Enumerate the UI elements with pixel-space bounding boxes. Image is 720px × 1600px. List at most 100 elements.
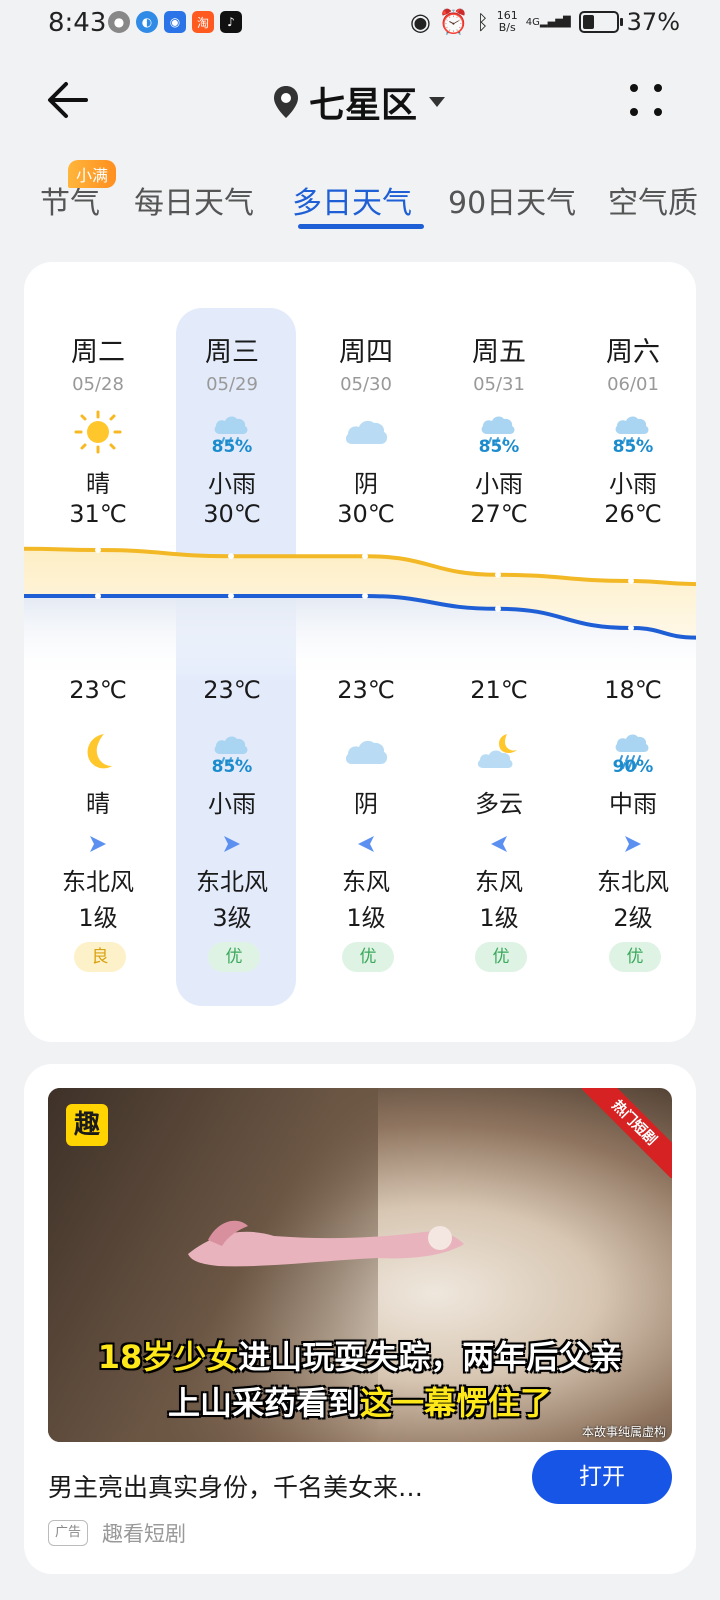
wind-direction-icon bbox=[489, 834, 509, 854]
wind-level: 1级 bbox=[346, 904, 386, 932]
more-options-button[interactable] bbox=[622, 78, 670, 122]
wind-level: 2级 bbox=[613, 904, 653, 932]
net-speed: 161 B/s bbox=[496, 9, 518, 34]
solar-term-badge: 小满 bbox=[68, 160, 117, 188]
day-condition: 晴 bbox=[86, 470, 110, 498]
ad-image-caption: 18岁少女进山玩耍失踪，两年后父亲 上山采药看到这一幕愣住了 bbox=[97, 1338, 623, 1422]
eye-icon: ◉ bbox=[409, 8, 431, 36]
four-dots-icon bbox=[630, 84, 662, 116]
wind-direction-icon bbox=[356, 834, 376, 854]
tab-90-day-weather[interactable]: 90日天气 bbox=[448, 178, 576, 222]
tab-daily-weather[interactable]: 每日天气 bbox=[134, 178, 254, 222]
day-condition: 小雨 bbox=[475, 470, 523, 498]
night-condition: 多云 bbox=[475, 790, 523, 818]
status-time: 8:43 bbox=[48, 8, 107, 38]
wind-level: 3级 bbox=[212, 904, 252, 932]
day-precip-chance: 85% bbox=[211, 437, 253, 457]
wind-direction: 东北风 bbox=[62, 868, 134, 896]
night-precip-chance: 90% bbox=[612, 757, 654, 777]
ad-label-tag: 广告 bbox=[48, 1520, 88, 1546]
wechat-icon: ● bbox=[108, 11, 130, 33]
day-date: 05/31 bbox=[473, 374, 525, 395]
wind-direction: 东风 bbox=[342, 868, 390, 896]
day-condition: 小雨 bbox=[208, 470, 256, 498]
night-condition: 中雨 bbox=[609, 790, 657, 818]
wind-level: 1级 bbox=[479, 904, 519, 932]
day-date: 05/30 bbox=[340, 374, 392, 395]
signal-icon: 4G▂▄▆█ bbox=[525, 16, 571, 28]
low-temp: 23℃ bbox=[337, 676, 395, 704]
forecast-card: 周二 05/28 晴 31℃ 23℃ 晴东北风 1级良周三 05/29 85% 小雨 30℃ 23℃ 8… bbox=[24, 262, 696, 1042]
forecast-day-column[interactable]: 周五 05/31 85% 小雨 27℃ 21℃ 多云 东风 1级优 bbox=[431, 262, 567, 1042]
low-temp: 18℃ bbox=[604, 676, 662, 704]
battery-percent: 37% bbox=[626, 8, 680, 36]
ad-disclaimer: 本故事纯属虚构 bbox=[581, 1425, 666, 1439]
night-condition: 阴 bbox=[354, 790, 378, 818]
low-temp: 23℃ bbox=[203, 676, 261, 704]
day-precip-chance: 85% bbox=[612, 437, 654, 457]
wind-direction-icon bbox=[222, 834, 242, 854]
aqi-badge: 良 bbox=[74, 942, 126, 972]
forecast-day-column[interactable]: 周四 05/30 阴 30℃ 23℃ 阴东风 1级优 bbox=[298, 262, 434, 1042]
ad-image-figure bbox=[188, 1220, 464, 1267]
tab-air-quality[interactable]: 空气质 bbox=[608, 178, 698, 222]
night-condition: 晴 bbox=[86, 790, 110, 818]
location-selector[interactable]: 七星区 bbox=[0, 76, 720, 128]
day-precip-chance: 85% bbox=[478, 437, 520, 457]
ad-card[interactable]: 趣 热门短剧 18岁少女进山玩耍失踪，两年后父亲 上山采药看到这一幕愣住了 本故… bbox=[24, 1064, 696, 1574]
ad-source: 趣看短剧 bbox=[102, 1522, 186, 1546]
taobao-icon: 淘 bbox=[192, 11, 214, 33]
wind-direction-icon bbox=[88, 834, 108, 854]
night-condition: 小雨 bbox=[208, 790, 256, 818]
day-name: 周六 bbox=[606, 337, 660, 368]
sun-icon bbox=[74, 410, 122, 454]
ad-image[interactable]: 趣 热门短剧 18岁少女进山玩耍失踪，两年后父亲 上山采药看到这一幕愣住了 本故… bbox=[48, 1088, 672, 1442]
location-pin-icon bbox=[273, 86, 298, 118]
tab-multi-day-weather[interactable]: 多日天气 bbox=[292, 178, 412, 222]
tiktok-icon: ♪ bbox=[220, 11, 242, 33]
aqi-badge: 优 bbox=[342, 942, 394, 972]
ad-title[interactable]: 男主亮出真实身份，千名美女来… bbox=[48, 1468, 423, 1504]
day-date: 06/01 bbox=[607, 374, 659, 395]
wind-direction-icon bbox=[623, 834, 643, 854]
browser-icon: ◐ bbox=[136, 11, 158, 33]
chevron-down-icon bbox=[429, 97, 445, 107]
day-date: 05/29 bbox=[206, 374, 258, 395]
overcast-icon bbox=[342, 410, 390, 454]
tab-bar: 节气 小满 每日天气 多日天气 90日天气 空气质 bbox=[0, 160, 720, 240]
alarm-icon: ⏰ bbox=[438, 8, 469, 36]
day-date: 05/28 bbox=[72, 374, 124, 395]
high-temp: 27℃ bbox=[470, 500, 528, 528]
status-app-icons: ● ◐ ◉ 淘 ♪ bbox=[108, 11, 242, 33]
battery-icon bbox=[578, 11, 623, 33]
status-bar: 8:43 ● ◐ ◉ 淘 ♪ ◉ ⏰ ᛒ 161 B/s 4G▂▄▆█ 37% bbox=[0, 0, 720, 48]
ad-brand-badge: 趣 bbox=[66, 1104, 108, 1146]
high-temp: 30℃ bbox=[337, 500, 395, 528]
partly-cloudy-night-icon bbox=[475, 730, 523, 774]
assistant-icon: ◉ bbox=[164, 11, 186, 33]
day-name: 周五 bbox=[472, 337, 526, 368]
high-temp: 31℃ bbox=[69, 500, 127, 528]
forecast-day-column[interactable]: 周三 05/29 85% 小雨 30℃ 23℃ 85% 小雨 东北风 3级优 bbox=[164, 262, 300, 1042]
hot-drama-ribbon: 热门短剧 bbox=[582, 1088, 672, 1178]
night-precip-chance: 85% bbox=[211, 757, 253, 777]
wind-level: 1级 bbox=[78, 904, 118, 932]
moon-icon bbox=[74, 730, 122, 774]
wind-direction: 东北风 bbox=[597, 868, 669, 896]
day-name: 周三 bbox=[205, 337, 259, 368]
status-right: ◉ ⏰ ᛒ 161 B/s 4G▂▄▆█ 37% bbox=[410, 8, 680, 36]
open-button[interactable]: 打开 bbox=[532, 1450, 672, 1504]
forecast-day-column[interactable]: 周六 06/01 85% 小雨 26℃ 18℃ 90% 中雨 东北风 2级优 bbox=[565, 262, 696, 1042]
high-temp: 30℃ bbox=[203, 500, 261, 528]
day-condition: 小雨 bbox=[609, 470, 657, 498]
forecast-day-column[interactable]: 周二 05/28 晴 31℃ 23℃ 晴东北风 1级良 bbox=[30, 262, 166, 1042]
aqi-badge: 优 bbox=[609, 942, 661, 972]
bluetooth-icon: ᛒ bbox=[476, 10, 489, 34]
day-name: 周四 bbox=[339, 337, 393, 368]
top-bar: 七星区 bbox=[0, 60, 720, 140]
aqi-badge: 优 bbox=[208, 942, 260, 972]
wind-direction: 东北风 bbox=[196, 868, 268, 896]
day-name: 周二 bbox=[71, 337, 125, 368]
active-tab-indicator bbox=[298, 224, 424, 229]
overcast-icon bbox=[342, 730, 390, 774]
